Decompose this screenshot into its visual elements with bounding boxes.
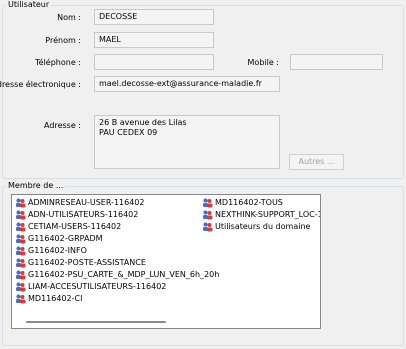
list-item-label: CETIAM-USERS-116402 bbox=[28, 222, 122, 231]
group-icon bbox=[203, 222, 213, 232]
list-item-label: Utilisateurs du domaine bbox=[215, 222, 311, 231]
list-item-label: G116402-POSTE-ASSISTANCE bbox=[28, 258, 146, 267]
list-item-label: LIAM-ACCESUTILISATEURS-116402 bbox=[28, 282, 167, 291]
nom-field[interactable]: DECOSSE bbox=[94, 9, 214, 25]
list-item-label: G116402-PSU_CARTE_&_MDP_LUN_VEN_6h_20h bbox=[28, 270, 220, 279]
list-item[interactable]: G116402-INFO bbox=[15, 245, 87, 257]
group-icon bbox=[16, 222, 26, 232]
group-icon bbox=[16, 246, 26, 256]
group-icon bbox=[203, 198, 213, 208]
list-item[interactable]: G116402-PSU_CARTE_&_MDP_LUN_VEN_6h_20h bbox=[15, 269, 219, 281]
list-item[interactable]: G116402-GRPADM bbox=[15, 233, 103, 245]
group-icon bbox=[16, 270, 26, 280]
list-item-label: ADMINRESEAU-USER-116402 bbox=[28, 198, 145, 207]
list-item-label: MD116402-CI bbox=[28, 294, 83, 303]
mobile-label: Mobile : bbox=[247, 58, 279, 67]
group-icon bbox=[16, 210, 26, 220]
nom-label: Nom : bbox=[57, 13, 81, 22]
list-item[interactable]: LIAM-ACCESUTILISATEURS-116402 bbox=[15, 281, 166, 293]
list-item-label: NEXTHINK-SUPPORT_LOC-116402 bbox=[215, 210, 320, 219]
mobile-field[interactable] bbox=[290, 54, 383, 70]
group-icon bbox=[203, 210, 213, 220]
list-item[interactable]: NEXTHINK-SUPPORT_LOC-116402 bbox=[202, 209, 320, 221]
list-item[interactable]: G116402-POSTE-ASSISTANCE bbox=[15, 257, 146, 269]
list-item[interactable]: CETIAM-USERS-116402 bbox=[15, 221, 121, 233]
member-listbox[interactable]: ADMINRESEAU-USER-116402 ADN-UTILISATEURS… bbox=[11, 194, 321, 329]
adresse-field[interactable]: 26 B avenue des Lilas PAU CEDEX 09 bbox=[94, 115, 280, 169]
list-item-label: ADN-UTILISATEURS-116402 bbox=[28, 210, 139, 219]
horizontal-scrollbar[interactable] bbox=[26, 321, 166, 323]
adresse-label: Adresse : bbox=[44, 121, 81, 130]
group-icon bbox=[16, 258, 26, 268]
member-group-title: Membre de ... bbox=[6, 181, 66, 191]
telephone-label: Téléphone : bbox=[35, 58, 81, 67]
autres-button[interactable]: Autres ... bbox=[289, 154, 344, 170]
list-item[interactable]: MD116402-CI bbox=[15, 293, 82, 305]
list-item[interactable]: ADMINRESEAU-USER-116402 bbox=[15, 197, 145, 209]
list-item[interactable]: MD116402-TOUS bbox=[202, 197, 283, 209]
group-icon bbox=[16, 282, 26, 292]
list-item-label: G116402-GRPADM bbox=[28, 234, 103, 243]
list-item-label: G116402-INFO bbox=[28, 246, 87, 255]
group-icon bbox=[16, 234, 26, 244]
prenom-label: Prénom : bbox=[45, 36, 81, 45]
email-label: Adresse électronique : bbox=[0, 80, 81, 89]
user-group-title: Utilisateur bbox=[6, 0, 52, 10]
list-item[interactable]: ADN-UTILISATEURS-116402 bbox=[15, 209, 138, 221]
list-item-label: MD116402-TOUS bbox=[215, 198, 283, 207]
email-field[interactable]: mael.decosse-ext@assurance-maladie.fr bbox=[94, 76, 280, 92]
group-icon bbox=[16, 198, 26, 208]
telephone-field[interactable] bbox=[94, 54, 214, 70]
list-item[interactable]: Utilisateurs du domaine bbox=[202, 221, 310, 233]
group-icon bbox=[16, 294, 26, 304]
prenom-field[interactable]: MAEL bbox=[94, 32, 214, 48]
